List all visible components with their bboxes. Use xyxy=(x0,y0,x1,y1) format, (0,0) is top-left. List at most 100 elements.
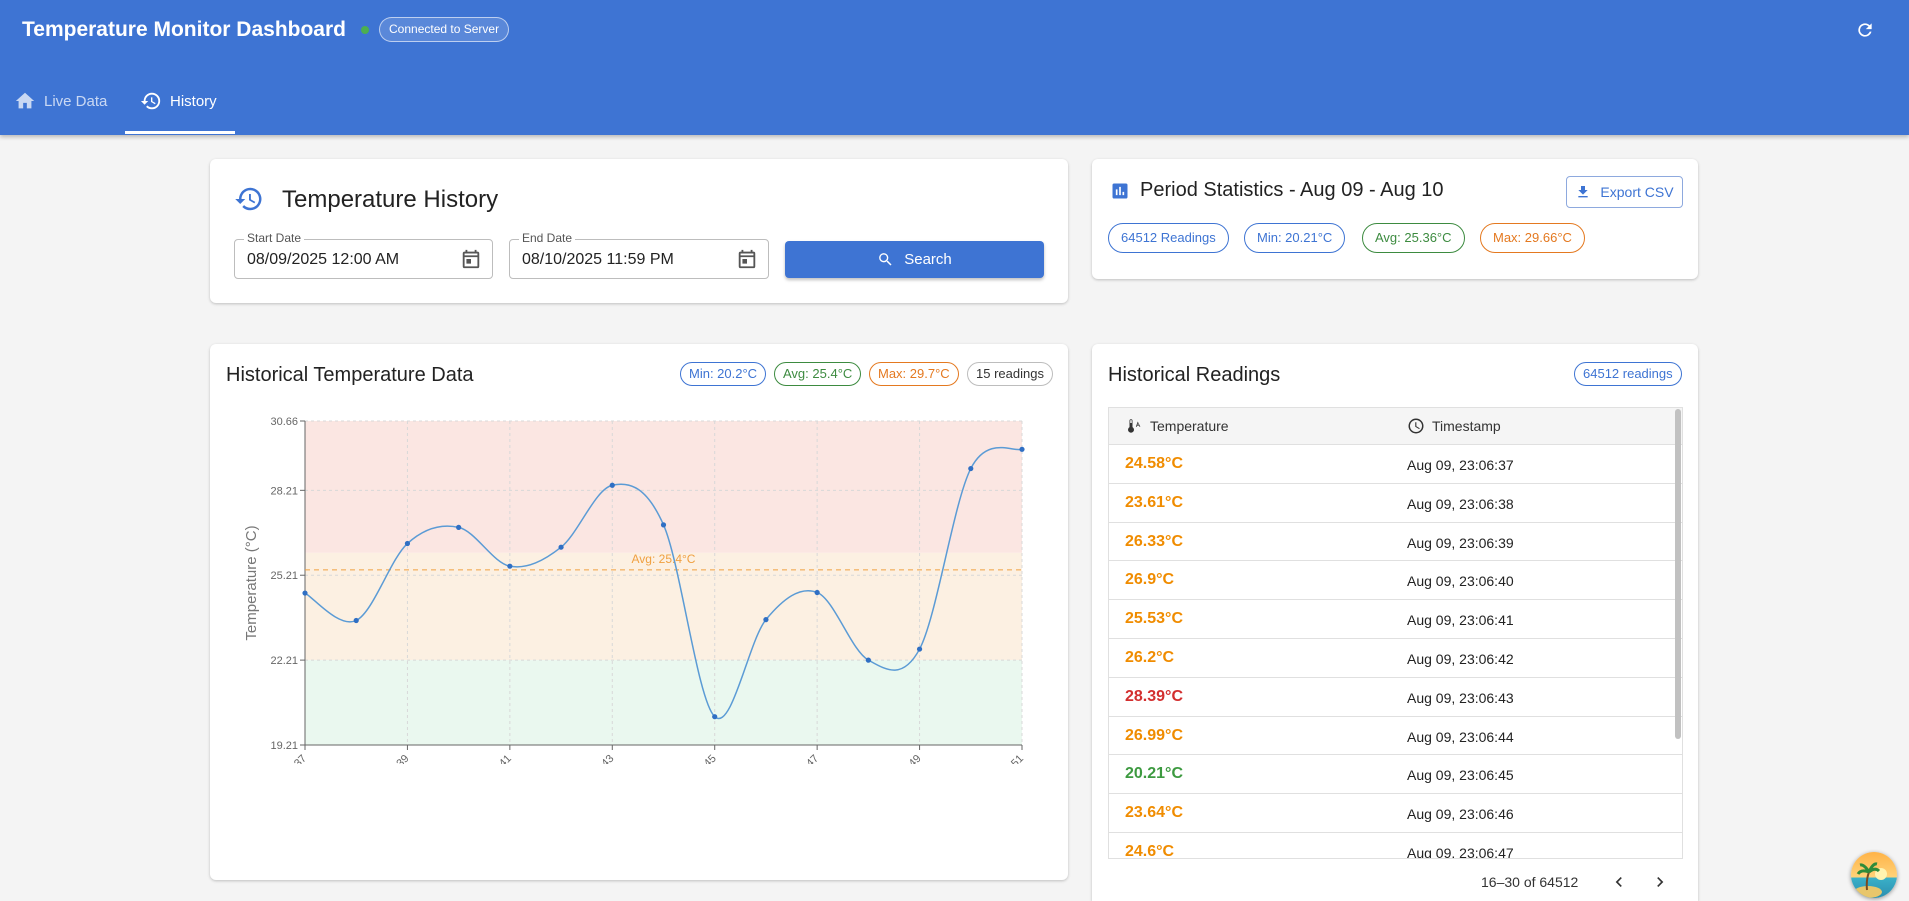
readings-count-badge: 64512 readings xyxy=(1574,362,1682,386)
table-body: 24.58°C Aug 09, 23:06:37 23.61°C Aug 09, 23… xyxy=(1109,445,1682,859)
end-date-value: 08/10/2025 11:59 PM xyxy=(522,251,674,268)
table-row[interactable]: 26.2°C Aug 09, 23:06:42 xyxy=(1109,639,1682,678)
start-date-field[interactable]: Start Date 08/09/2025 12:00 AM xyxy=(234,231,493,279)
data-point xyxy=(763,617,769,623)
app-bar: Temperature Monitor Dashboard Connected … xyxy=(0,0,1909,135)
search-button-label: Search xyxy=(904,251,952,268)
temperature-cell: 26.2°C xyxy=(1125,648,1175,666)
end-date-field[interactable]: End Date 08/10/2025 11:59 PM xyxy=(509,231,769,279)
period-statistics-card: Period Statistics - Aug 09 - Aug 10 Expo… xyxy=(1092,159,1698,279)
temperature-cell: 25.53°C xyxy=(1125,610,1183,628)
table-row[interactable]: 24.58°C Aug 09, 23:06:37 xyxy=(1109,445,1682,484)
prev-page-button[interactable] xyxy=(1609,872,1629,897)
x-tick-label: 23:06:47 xyxy=(782,753,821,764)
timestamp-cell: Aug 09, 23:06:41 xyxy=(1407,612,1514,629)
assistant-avatar-button[interactable] xyxy=(1851,852,1897,898)
data-point xyxy=(865,657,871,663)
temperature-cell: 23.61°C xyxy=(1125,493,1183,511)
readings-title: Historical Readings xyxy=(1108,364,1281,386)
tab-live-data-label: Live Data xyxy=(44,92,108,110)
table-row[interactable]: 23.64°C Aug 09, 23:06:46 xyxy=(1109,794,1682,833)
period-avg-chip: Avg: 25.36°C xyxy=(1362,223,1465,253)
tab-history[interactable]: History xyxy=(140,70,217,132)
y-tick-label: 25.21 xyxy=(270,570,298,582)
data-point xyxy=(456,524,462,530)
y-axis-label: Temperature (°C) xyxy=(243,525,260,640)
timestamp-cell: Aug 09, 23:06:38 xyxy=(1407,495,1514,512)
refresh-icon xyxy=(1858,23,1872,37)
data-point xyxy=(916,646,923,652)
timestamp-cell: Aug 09, 23:06:43 xyxy=(1407,689,1514,706)
history-icon xyxy=(140,92,161,110)
timestamp-cell: Aug 09, 23:06:42 xyxy=(1407,650,1514,667)
tab-history-label: History xyxy=(170,92,217,110)
temperature-line-chart: 30.66 28.21 25.21 22.21 19.2123:06:37 23:06:3… xyxy=(243,416,1026,764)
clock-icon xyxy=(1408,418,1424,434)
y-tick-label: 22.21 xyxy=(270,655,298,667)
thermometer-icon xyxy=(1128,419,1141,433)
temperature-cell: 23.64°C xyxy=(1125,804,1183,822)
calendar-icon[interactable] xyxy=(460,248,482,270)
timestamp-cell: Aug 09, 23:06:39 xyxy=(1407,534,1514,551)
temperature-cell: 20.21°C xyxy=(1125,765,1183,783)
header-temperature[interactable]: Temperature xyxy=(1125,417,1229,435)
table-row[interactable]: 24.6°C Aug 09, 23:06:47 xyxy=(1109,833,1682,859)
data-point xyxy=(302,590,308,596)
timestamp-cell: Aug 09, 23:06:45 xyxy=(1407,767,1514,784)
connection-status-dot xyxy=(361,26,369,34)
data-point xyxy=(968,465,974,472)
y-tick-label: 30.66 xyxy=(270,416,298,428)
y-tick-label: 28.21 xyxy=(270,485,298,497)
next-page-button[interactable] xyxy=(1650,872,1670,897)
readings-count-chip: 64512 Readings xyxy=(1108,223,1229,253)
tab-live-data[interactable]: Live Data xyxy=(14,70,107,132)
table-row[interactable]: 26.99°C Aug 09, 23:06:44 xyxy=(1109,717,1682,756)
data-point xyxy=(609,482,615,488)
table-row[interactable]: 26.33°C Aug 09, 23:06:39 xyxy=(1109,523,1682,562)
x-tick-label: 23:06:37 xyxy=(270,753,309,764)
connection-status-chip: Connected to Server xyxy=(379,17,510,42)
data-point xyxy=(814,589,820,596)
end-date-label: End Date xyxy=(519,231,576,245)
table-row[interactable]: 25.53°C Aug 09, 23:06:41 xyxy=(1109,600,1682,639)
threshold-band xyxy=(305,421,1022,553)
temperature-cell: 26.9°C xyxy=(1125,571,1175,589)
search-button[interactable]: Search xyxy=(785,241,1044,278)
temperature-cell: 28.39°C xyxy=(1125,687,1183,705)
table-row[interactable]: 28.39°C Aug 09, 23:06:43 xyxy=(1109,678,1682,717)
header-timestamp[interactable]: Timestamp xyxy=(1407,417,1501,435)
history-title: Temperature History xyxy=(282,186,499,213)
table-header: Temperature Timestamp xyxy=(1109,408,1682,445)
table-row[interactable]: 20.21°C Aug 09, 23:06:45 xyxy=(1109,755,1682,795)
chevron-left-icon xyxy=(1615,877,1622,887)
refresh-button[interactable] xyxy=(1852,17,1878,43)
chart-min-chip: Min: 20.2°C xyxy=(680,362,767,386)
timestamp-cell: Aug 09, 23:06:47 xyxy=(1407,844,1514,859)
table-scrollbar[interactable] xyxy=(1675,409,1681,739)
table-row[interactable]: 26.9°C Aug 09, 23:06:40 xyxy=(1109,561,1682,601)
historical-chart-card: Historical Temperature Data Min: 20.2°C … xyxy=(210,344,1068,880)
beach-avatar-icon xyxy=(1851,852,1897,898)
timestamp-cell: Aug 09, 23:06:37 xyxy=(1407,457,1514,473)
threshold-band xyxy=(305,660,1022,745)
start-date-value: 08/09/2025 12:00 AM xyxy=(247,251,400,268)
period-min-chip: Min: 20.21°C xyxy=(1244,223,1346,253)
history-icon xyxy=(235,187,262,211)
data-point xyxy=(1019,446,1025,452)
y-tick-label: 19.21 xyxy=(270,740,298,752)
temperature-cell: 26.33°C xyxy=(1125,532,1183,550)
x-tick-label: 23:06:49 xyxy=(885,753,924,764)
header-temperature-label: Temperature xyxy=(1150,418,1229,434)
timestamp-cell: Aug 09, 23:06:40 xyxy=(1407,573,1514,590)
calendar-icon[interactable] xyxy=(736,248,758,270)
table-row[interactable]: 23.61°C Aug 09, 23:06:38 xyxy=(1109,484,1682,523)
export-csv-button[interactable]: Export CSV xyxy=(1566,176,1683,208)
x-tick-label: 23:06:39 xyxy=(373,753,412,764)
app-title: Temperature Monitor Dashboard xyxy=(22,18,346,41)
threshold-band xyxy=(305,552,1022,661)
x-tick-label: 23:06:51 xyxy=(987,753,1026,764)
data-point xyxy=(507,563,513,569)
average-label: Avg: 25.4°C xyxy=(632,552,696,566)
x-tick-label: 23:06:41 xyxy=(475,753,514,764)
pagination-range: 16–30 of 64512 xyxy=(1481,874,1579,890)
